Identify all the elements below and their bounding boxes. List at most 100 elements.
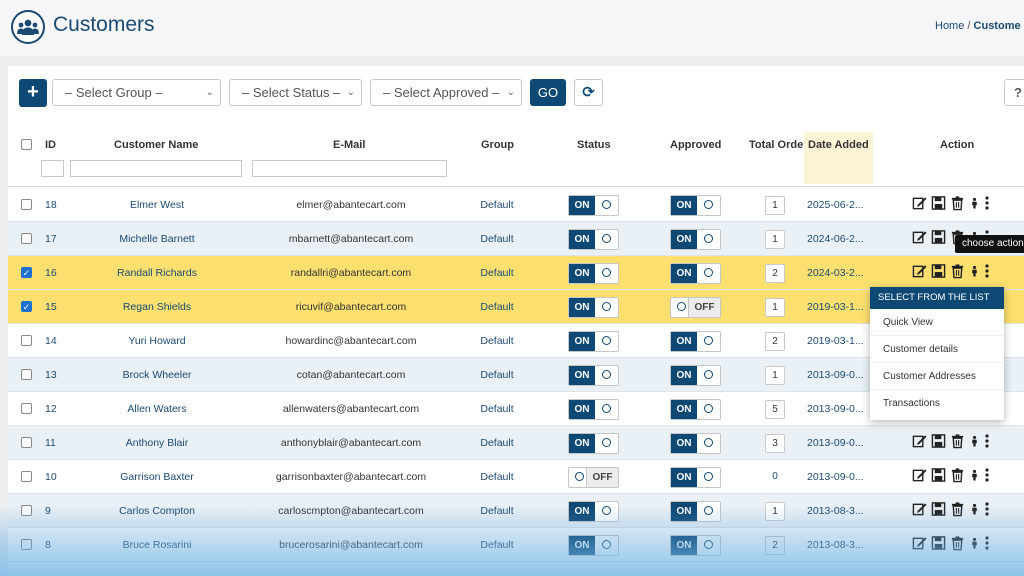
group-select[interactable]: – Select Group – ⌄ <box>52 79 221 106</box>
trash-icon[interactable] <box>950 535 965 556</box>
header-customer-name[interactable]: Customer Name <box>114 139 198 151</box>
trash-icon[interactable] <box>950 501 965 522</box>
cell-total-orders[interactable]: 1 <box>765 196 785 215</box>
cell-total-orders[interactable]: 2 <box>765 264 785 283</box>
menu-item-customer-addresses[interactable]: Customer Addresses <box>870 363 1004 390</box>
edit-icon[interactable] <box>912 263 927 284</box>
breadcrumb-home-link[interactable]: Home <box>935 20 964 32</box>
row-checkbox[interactable] <box>21 199 32 210</box>
status-toggle[interactable]: ON <box>568 331 619 352</box>
save-icon[interactable] <box>931 535 946 556</box>
status-toggle[interactable]: ON <box>568 399 619 420</box>
save-icon[interactable] <box>931 501 946 522</box>
edit-icon[interactable] <box>912 195 927 216</box>
status-toggle[interactable]: ON <box>568 195 619 216</box>
save-icon[interactable] <box>931 467 946 488</box>
user-icon[interactable] <box>969 467 980 488</box>
edit-icon[interactable] <box>912 229 927 250</box>
cell-total-orders[interactable]: 5 <box>765 400 785 419</box>
user-icon[interactable] <box>969 195 980 216</box>
row-checkbox[interactable] <box>21 335 32 346</box>
more-actions-icon[interactable] <box>984 433 990 454</box>
status-toggle[interactable]: ON <box>568 229 619 250</box>
trash-icon[interactable] <box>950 263 965 284</box>
status-toggle[interactable]: ON <box>568 263 619 284</box>
more-actions-icon[interactable] <box>984 467 990 488</box>
row-checkbox[interactable] <box>21 369 32 380</box>
save-icon[interactable] <box>931 195 946 216</box>
menu-item-transactions[interactable]: Transactions <box>870 390 1004 417</box>
header-date-added[interactable]: Date Added <box>808 139 869 151</box>
cell-total-orders[interactable]: 3 <box>765 434 785 453</box>
header-approved[interactable]: Approved <box>670 139 721 151</box>
edit-icon[interactable] <box>912 501 927 522</box>
save-icon[interactable] <box>931 229 946 250</box>
user-icon[interactable] <box>969 535 980 556</box>
table-row[interactable]: 11 Anthony Blair anthonyblair@abantecart.c… <box>8 426 1024 460</box>
status-toggle[interactable]: ON <box>568 433 619 454</box>
cell-total-orders[interactable]: 1 <box>765 502 785 521</box>
id-filter-input[interactable] <box>41 160 64 177</box>
status-select[interactable]: – Select Status – ⌄ <box>229 79 362 106</box>
user-icon[interactable] <box>969 501 980 522</box>
save-icon[interactable] <box>931 433 946 454</box>
row-checkbox[interactable] <box>21 539 32 550</box>
row-checkbox[interactable] <box>21 437 32 448</box>
cell-total-orders[interactable]: 1 <box>765 230 785 249</box>
table-row[interactable]: 10 Garrison Baxter garrisonbaxter@abanteca… <box>8 460 1024 494</box>
row-checkbox[interactable] <box>21 403 32 414</box>
approved-select[interactable]: – Select Approved – ⌄ <box>370 79 522 106</box>
help-button[interactable]: ? <box>1004 79 1024 106</box>
approved-toggle[interactable]: ON <box>670 263 721 284</box>
refresh-button[interactable]: ⟳ <box>574 79 603 106</box>
row-checkbox[interactable]: ✓ <box>21 267 32 278</box>
email-filter-input[interactable] <box>252 160 447 177</box>
user-icon[interactable] <box>969 433 980 454</box>
approved-toggle[interactable]: ON <box>670 229 721 250</box>
menu-item-customer-details[interactable]: Customer details <box>870 336 1004 363</box>
menu-item-quick-view[interactable]: Quick View <box>870 309 1004 336</box>
table-row[interactable]: ✓ 16 Randall Richards randallri@abantecart.… <box>8 256 1024 290</box>
approved-toggle[interactable]: OFF <box>670 297 721 318</box>
header-group[interactable]: Group <box>481 139 514 151</box>
trash-icon[interactable] <box>950 467 965 488</box>
select-all-checkbox[interactable] <box>21 139 32 150</box>
table-row[interactable]: 18 Elmer West elmer@abantecart.com Default 2… <box>8 188 1024 222</box>
table-row[interactable]: 9 Carlos Compton carloscmpton@abantecart.c… <box>8 494 1024 528</box>
header-id[interactable]: ID <box>45 139 56 151</box>
approved-toggle[interactable]: ON <box>670 535 721 556</box>
edit-icon[interactable] <box>912 467 927 488</box>
row-checkbox[interactable] <box>21 471 32 482</box>
approved-toggle[interactable]: ON <box>670 467 721 488</box>
header-total-orders[interactable]: Total Orde <box>749 139 803 151</box>
more-actions-icon[interactable] <box>984 501 990 522</box>
more-actions-icon[interactable] <box>984 195 990 216</box>
status-toggle[interactable]: ON <box>568 297 619 318</box>
cell-total-orders[interactable]: 2 <box>765 332 785 351</box>
row-checkbox[interactable] <box>21 233 32 244</box>
cell-total-orders[interactable]: 1 <box>765 366 785 385</box>
row-checkbox[interactable] <box>21 505 32 516</box>
header-status[interactable]: Status <box>577 139 611 151</box>
user-icon[interactable] <box>969 263 980 284</box>
save-icon[interactable] <box>931 263 946 284</box>
approved-toggle[interactable]: ON <box>670 331 721 352</box>
status-toggle[interactable]: ON <box>568 535 619 556</box>
header-email[interactable]: E-Mail <box>333 139 365 151</box>
approved-toggle[interactable]: ON <box>670 365 721 386</box>
approved-toggle[interactable]: ON <box>670 501 721 522</box>
status-toggle[interactable]: ON <box>568 501 619 522</box>
approved-toggle[interactable]: ON <box>670 433 721 454</box>
trash-icon[interactable] <box>950 195 965 216</box>
edit-icon[interactable] <box>912 433 927 454</box>
table-row[interactable]: 17 Michelle Barnett mbarnett@abantecart.co… <box>8 222 1024 256</box>
edit-icon[interactable] <box>912 535 927 556</box>
go-button[interactable]: GO <box>530 79 566 106</box>
add-customer-button[interactable]: + <box>19 79 47 107</box>
cell-total-orders[interactable]: 2 <box>765 536 785 555</box>
name-filter-input[interactable] <box>70 160 242 177</box>
status-toggle[interactable]: ON <box>568 365 619 386</box>
more-actions-icon[interactable] <box>984 535 990 556</box>
trash-icon[interactable] <box>950 433 965 454</box>
row-checkbox[interactable]: ✓ <box>21 301 32 312</box>
